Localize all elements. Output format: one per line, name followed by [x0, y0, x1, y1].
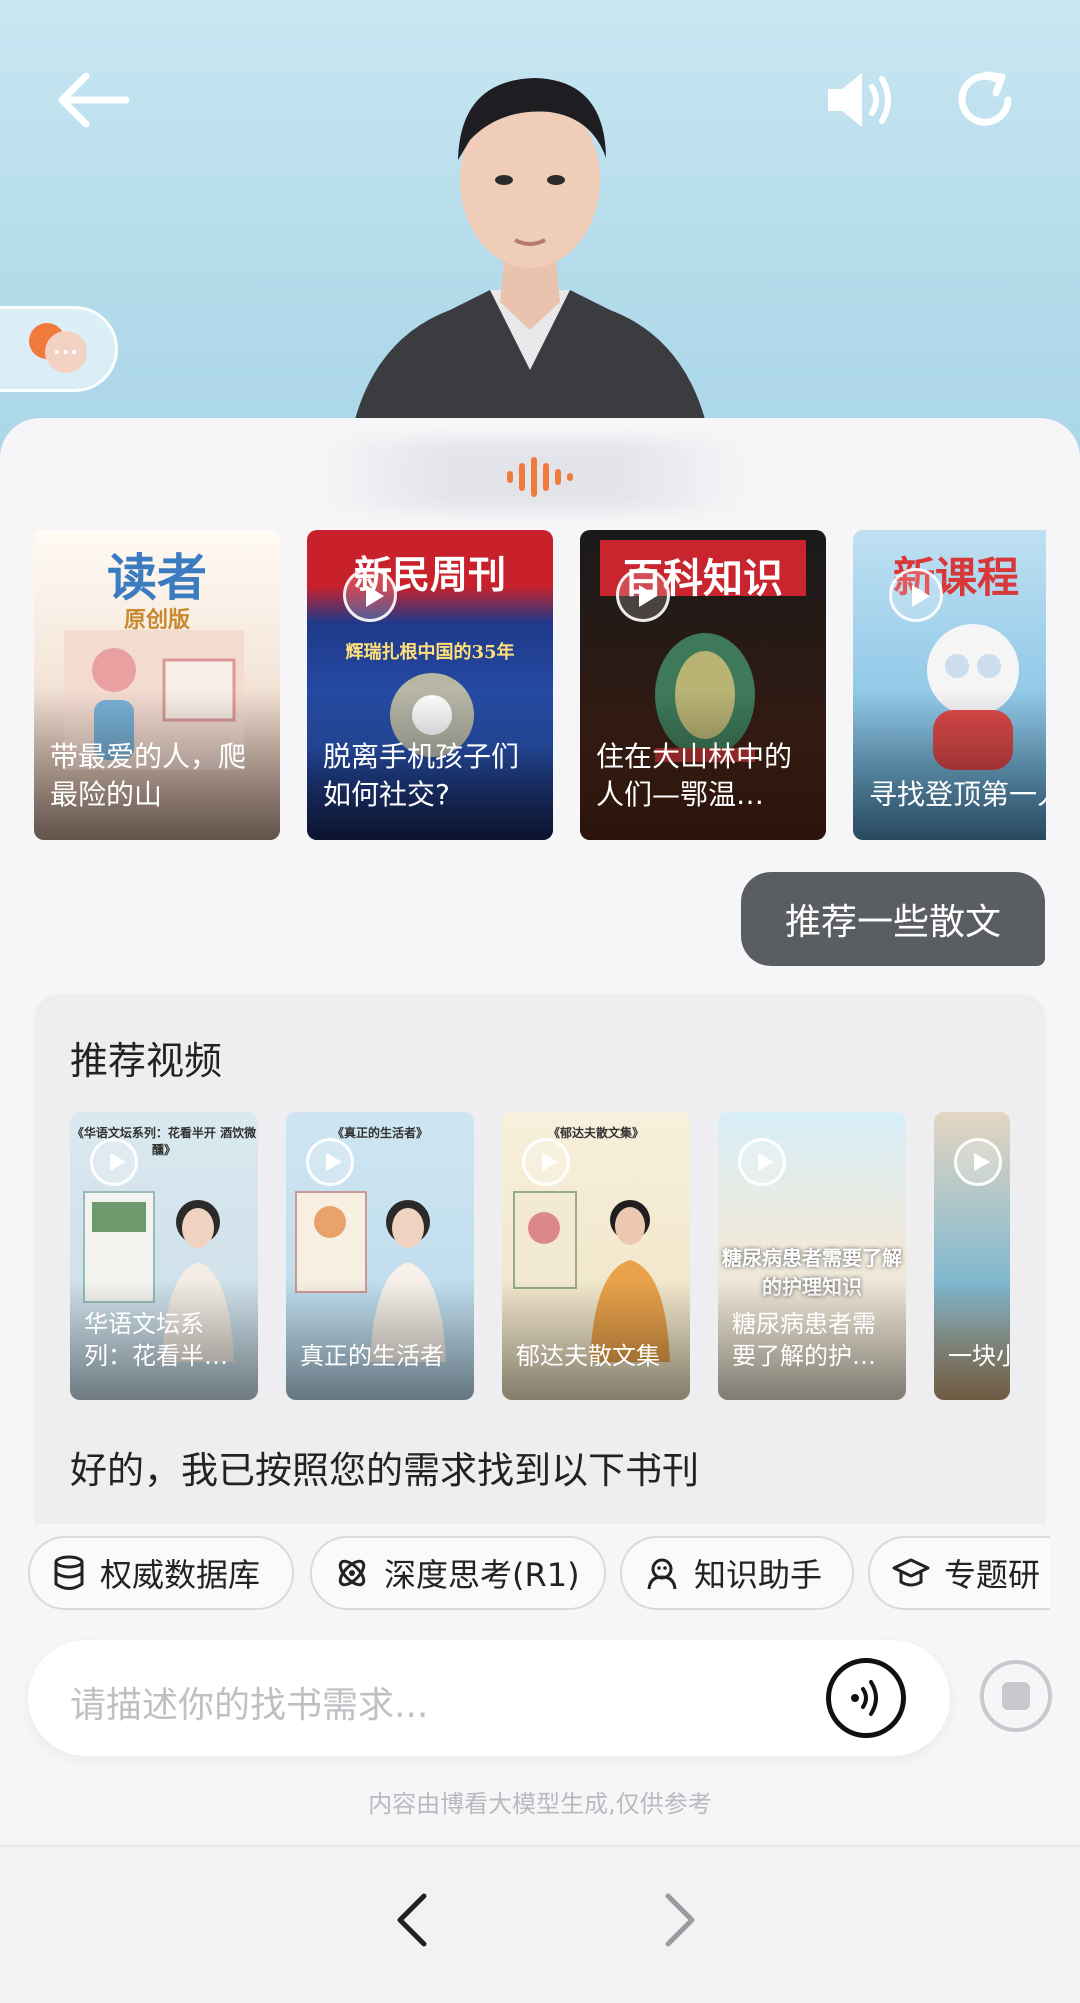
video-cover-title: 《真正的生活者》 [331, 1126, 428, 1140]
more-icon: ··· [45, 331, 87, 373]
speaker-icon [828, 73, 891, 127]
voice-input-button[interactable] [826, 1658, 906, 1738]
video-caption: 华语文坛系列：花看半… [84, 1310, 228, 1370]
search-input[interactable]: 请描述你的找书需求... [28, 1640, 950, 1756]
video-caption: 真正的生活者 [300, 1342, 444, 1370]
stop-button[interactable] [980, 1660, 1052, 1732]
chip-label: 知识助手 [694, 1556, 823, 1594]
magazine-subtitle: 辉瑞扎根中国的35年 [345, 642, 515, 663]
magazine-caption: 脱离手机孩子们如何社交? [323, 740, 520, 811]
database-icon [54, 1555, 84, 1590]
video-card[interactable]: 《华语文坛系列：花看半开 酒饮微醺》 华语文坛系列：花看半… [70, 1112, 258, 1400]
avatar-hero: ··· [0, 0, 1080, 470]
video-card[interactable]: 一块小发的大 [934, 1112, 1010, 1400]
chevron-left-icon [397, 1893, 427, 1947]
video-card[interactable]: 《郁达夫散文集》 郁达夫散文集 [502, 1112, 690, 1400]
recommend-title: 推荐视频 [70, 1039, 223, 1083]
tool-chips: 权威数据库 深度思考(R1) 知识助手 专题研 [28, 1536, 1050, 1612]
stop-icon [1002, 1682, 1030, 1710]
back-button[interactable] [52, 60, 132, 140]
magazine-caption: 带最爱的人，爬最险的山 [50, 740, 247, 811]
chip-label: 权威数据库 [100, 1556, 261, 1594]
atom-icon [338, 1559, 366, 1587]
chip-deep-think[interactable]: 深度思考(R1) [310, 1536, 606, 1610]
video-caption: 郁达夫散文集 [516, 1342, 660, 1370]
assistant-answer: 好的，我已按照您的需求找到以下书刊 [70, 1449, 699, 1492]
magazine-carousel[interactable]: 读者 原创版 带最爱的人，爬最险的山 新民周刊 辉瑞扎根中国的35年 脱离手机孩… [34, 530, 1046, 842]
graduation-cap-icon [892, 1558, 930, 1587]
nav-back-button[interactable] [372, 1880, 452, 1960]
refresh-icon [958, 71, 1012, 126]
disclaimer-text: 内容由博看大模型生成,仅供参考 [368, 1790, 712, 1818]
user-message-bubble: 推荐一些散文 [741, 872, 1045, 966]
search-input-placeholder: 请描述你的找书需求... [70, 1685, 429, 1726]
chevron-right-icon [665, 1893, 695, 1947]
play-icon [522, 1138, 570, 1186]
video-carousel[interactable]: 《华语文坛系列：花看半开 酒饮微醺》 华语文坛系列：花看半… 《真正的生活者》 … [70, 1112, 1010, 1400]
play-icon [343, 568, 397, 622]
digital-human-avatar [350, 78, 710, 440]
magazine-masthead: 新课程 [893, 553, 1020, 602]
magazine-caption: 住在大山林中的人们—鄂温… [596, 740, 793, 811]
play-icon [954, 1138, 1002, 1186]
play-icon [616, 568, 670, 622]
voice-wave-icon [507, 457, 573, 497]
video-cover-title: 《郁达夫散文集》 [547, 1126, 644, 1140]
refresh-button[interactable] [945, 60, 1025, 140]
magazine-card[interactable]: 读者 原创版 带最爱的人，爬最险的山 [34, 530, 280, 840]
magazine-caption: 寻找登顶第一人 [869, 778, 1046, 811]
play-icon [738, 1138, 786, 1186]
play-icon [889, 568, 943, 622]
video-caption: 糖尿病患者需要了解的护… [732, 1310, 876, 1370]
magazine-card[interactable]: 百科知识 住在大山林中的人们—鄂温… [580, 530, 826, 840]
magazine-card[interactable]: 新课程 寻找登顶第一人 [853, 530, 1046, 840]
play-icon [90, 1138, 138, 1186]
magazine-card[interactable]: 新民周刊 辉瑞扎根中国的35年 脱离手机孩子们如何社交? [307, 530, 553, 840]
video-caption: 一块小发的大 [948, 1342, 1010, 1370]
sound-button[interactable] [820, 60, 900, 140]
chip-knowledge-assistant[interactable]: 知识助手 [620, 1536, 854, 1610]
chip-label: 深度思考(R1) [384, 1556, 580, 1594]
chip-label: 专题研 [944, 1556, 1041, 1594]
browser-nav-bar [0, 1845, 1080, 2003]
video-card[interactable]: 糖尿病患者需要了解的护理知识 糖尿病患者需要了解的护… [718, 1112, 906, 1400]
chat-history-bubble[interactable]: ··· [0, 306, 118, 392]
magazine-masthead: 读者 [107, 548, 207, 607]
assistant-icon [647, 1558, 677, 1590]
arrow-left-icon [58, 72, 130, 128]
video-card[interactable]: 《真正的生活者》 真正的生活者 [286, 1112, 474, 1400]
caption-shade [853, 690, 1046, 840]
chip-special-topic[interactable]: 专题研 [868, 1536, 1050, 1610]
chip-database[interactable]: 权威数据库 [28, 1536, 294, 1610]
voice-icon [851, 1680, 878, 1716]
nav-forward-button[interactable] [640, 1880, 720, 1960]
play-icon [306, 1138, 354, 1186]
